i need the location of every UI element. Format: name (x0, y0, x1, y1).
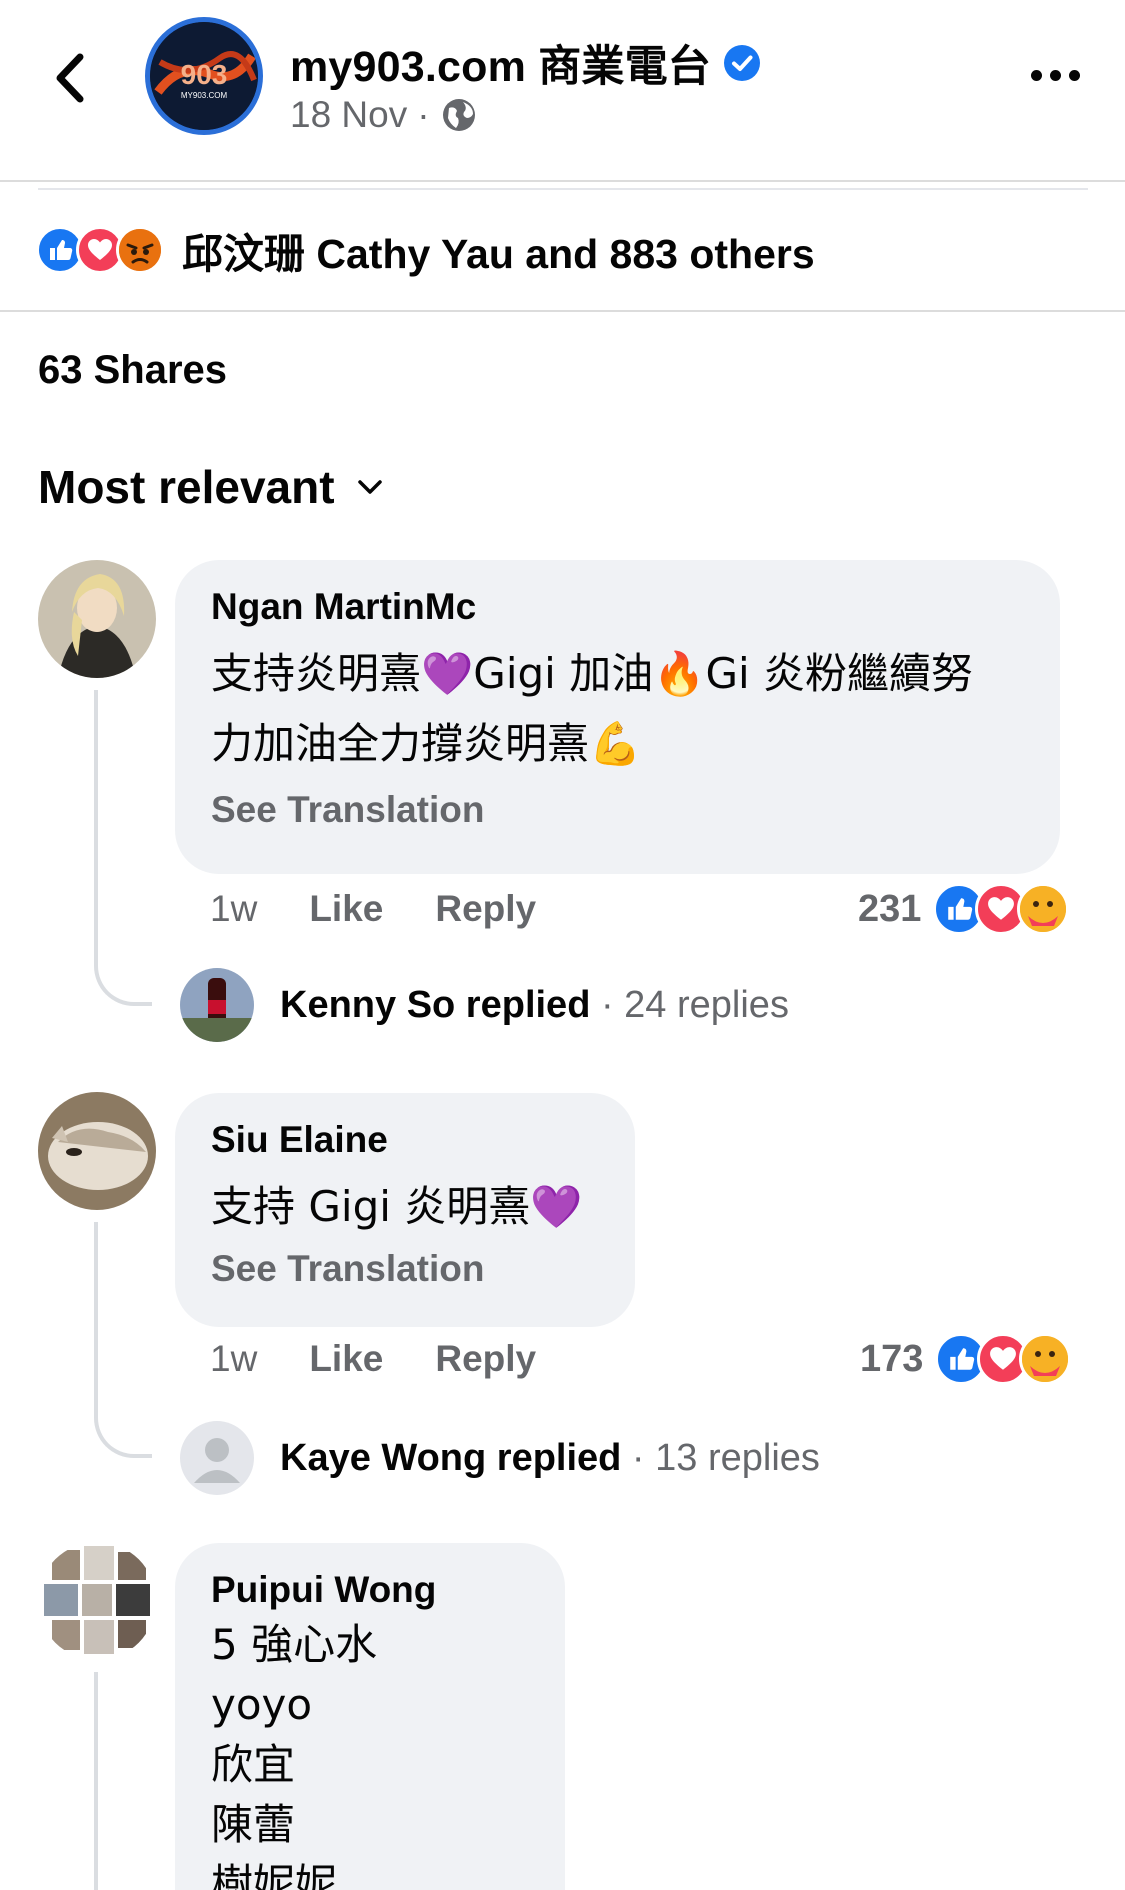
commenter-avatar[interactable] (38, 1092, 156, 1210)
reactions-summary-text: 邱汶珊 Cathy Yau and 883 others (182, 231, 815, 277)
more-dot-icon (1049, 69, 1061, 81)
reply-summary: Kenny So replied · 24 replies (280, 984, 789, 1027)
comment-reactions[interactable]: 173 (860, 1333, 1072, 1385)
comment-reactions[interactable]: 231 (858, 883, 1070, 935)
care-icon (1017, 883, 1070, 935)
more-dot-icon (1030, 69, 1042, 81)
comment-actions: 1w Like Reply (210, 888, 536, 930)
replier-avatar (180, 968, 254, 1042)
view-replies-link[interactable]: Kaye Wong replied · 13 replies (180, 1421, 820, 1495)
see-translation-link[interactable]: See Translation (211, 780, 1024, 840)
reply-count: · 13 replies (621, 1436, 820, 1479)
reactions-summary[interactable]: 邱汶珊 Cathy Yau and 883 others (36, 222, 815, 278)
reaction-count: 173 (860, 1337, 924, 1380)
comment-time[interactable]: 1w (210, 1338, 257, 1380)
globe-icon (442, 99, 475, 131)
divider (38, 188, 1088, 190)
replier-name: Kenny So (280, 983, 456, 1026)
back-button[interactable] (48, 50, 92, 106)
page-name-row: my903.com 商業電台 (290, 32, 761, 94)
divider (0, 310, 1125, 312)
page-avatar[interactable]: 903 MY903.COM (145, 17, 263, 135)
comment-text: 欣宜 (211, 1740, 296, 1789)
comment-sort-dropdown[interactable]: Most relevant (38, 460, 385, 514)
post-meta: 18 Nov · (290, 94, 478, 136)
comment-text: 支持炎明熹💜Gigi 加油🔥Gi 炎粉繼續努 (211, 649, 974, 698)
meta-separator: · (417, 94, 430, 135)
post-header: 903 MY903.COM my903.com 商業電台 18 Nov · (0, 0, 1125, 182)
verified-badge-icon (724, 45, 761, 81)
commenter-avatar[interactable] (38, 560, 156, 678)
page-name[interactable]: my903.com 商業電台 (290, 32, 711, 94)
comment-bubble: Ngan MartinMc 支持炎明熹💜Gigi 加油🔥Gi 炎粉繼續努 力加油… (175, 560, 1060, 874)
sort-label: Most relevant (38, 461, 335, 513)
post-date[interactable]: 18 Nov (290, 94, 407, 136)
like-button[interactable]: Like (309, 1338, 383, 1380)
comment-text: 支持 Gigi 炎明熹💜 (211, 1182, 583, 1231)
comment-text: 力加油全力撐炎明熹💪 (211, 719, 642, 768)
like-button[interactable]: Like (309, 888, 383, 930)
view-replies-link[interactable]: Kenny So replied · 24 replies (180, 968, 789, 1042)
commenter-name[interactable]: Puipui Wong (211, 1565, 529, 1615)
comment-text: yoyo (211, 1680, 313, 1729)
comment-bubble: Siu Elaine 支持 Gigi 炎明熹💜 See Translation (175, 1093, 635, 1327)
thread-line (94, 1342, 152, 1458)
care-icon (1019, 1333, 1072, 1385)
comment-time[interactable]: 1w (210, 888, 257, 930)
comment-actions: 1w Like Reply (210, 1338, 536, 1380)
shares-count[interactable]: 63 Shares (38, 348, 227, 393)
svg-text:903: 903 (181, 59, 228, 90)
replied-verb: replied (486, 1436, 622, 1479)
reaction-icons (36, 226, 164, 274)
replied-verb: replied (455, 983, 591, 1026)
thread-line (94, 1222, 98, 1342)
comment-text: 樹妮妮 (211, 1860, 338, 1890)
more-dot-icon (1068, 69, 1080, 81)
reaction-count: 231 (858, 887, 922, 930)
replier-name: Kaye Wong (280, 1436, 487, 1479)
commenter-name[interactable]: Ngan MartinMc (211, 582, 1024, 632)
thread-line (94, 1672, 98, 1890)
svg-text:MY903.COM: MY903.COM (181, 91, 228, 100)
my903-logo: 903 MY903.COM (150, 22, 258, 130)
commenter-name[interactable]: Siu Elaine (211, 1115, 599, 1165)
chevron-left-icon (56, 53, 84, 103)
more-options-button[interactable] (1020, 60, 1090, 90)
comment-text: 5 強心水 (211, 1620, 378, 1669)
reply-count: · 24 replies (590, 983, 789, 1026)
comment-text: 陳蕾 (211, 1800, 296, 1849)
angry-icon (116, 226, 164, 274)
comment-bubble: Puipui Wong 5 強心水 yoyo 欣宜 陳蕾 樹妮妮 (175, 1543, 565, 1890)
reply-summary: Kaye Wong replied · 13 replies (280, 1437, 820, 1480)
reply-button[interactable]: Reply (435, 888, 536, 930)
chevron-down-icon (357, 480, 382, 494)
reply-button[interactable]: Reply (435, 1338, 536, 1380)
commenter-avatar[interactable] (38, 1542, 156, 1660)
thread-line (94, 690, 98, 900)
replier-avatar (180, 1421, 254, 1495)
thread-line (94, 900, 152, 1006)
